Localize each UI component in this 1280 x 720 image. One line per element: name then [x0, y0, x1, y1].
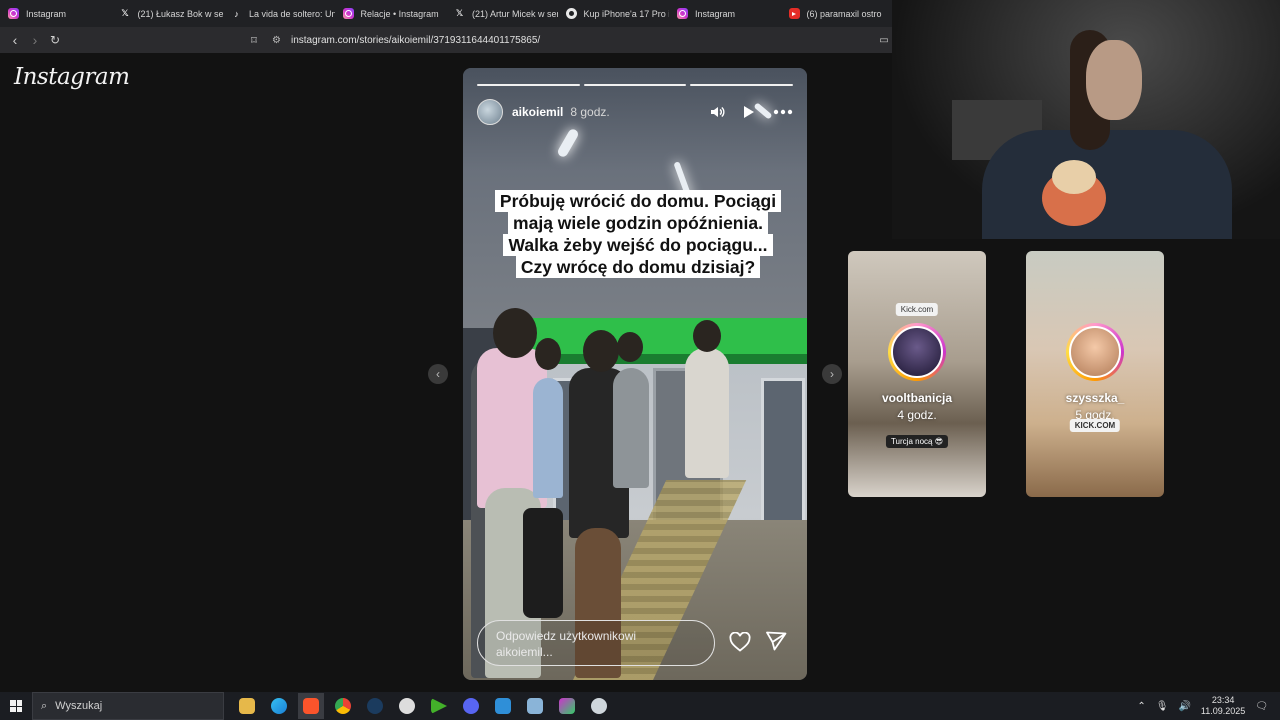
app-icon[interactable]	[522, 693, 548, 719]
bookmark-icon[interactable]: ⌑	[244, 30, 264, 50]
system-tray: ⌃ 🎙 🔊 23:34 11.09.2025 🗨	[1137, 692, 1280, 720]
brave-icon[interactable]	[298, 693, 324, 719]
app-icon[interactable]	[586, 693, 612, 719]
preview-timestamp: 4 godz.	[897, 408, 937, 422]
next-story-arrow-icon[interactable]: ›	[822, 364, 842, 384]
preview-username: vooltbanicja	[881, 391, 952, 405]
more-options-icon[interactable]	[773, 104, 793, 120]
app-icon[interactable]	[554, 693, 580, 719]
cast-icon[interactable]: ▭	[874, 30, 894, 50]
preview-username: szysszka_	[1065, 391, 1125, 405]
play-icon[interactable]	[741, 104, 757, 120]
browser-tab[interactable]: (6) paramaxil ostro	[781, 0, 893, 27]
discord-icon[interactable]	[458, 693, 484, 719]
instagram-icon	[342, 8, 354, 19]
chevron-up-icon[interactable]: ⌃	[1137, 701, 1145, 712]
clock[interactable]: 23:34 11.09.2025	[1201, 695, 1245, 717]
progress-segment	[583, 84, 687, 86]
apple-icon	[565, 8, 577, 19]
browser-tab[interactable]: Instagram	[0, 0, 112, 27]
x-icon: 𝕏	[455, 8, 464, 18]
webcam-overlay	[892, 0, 1280, 239]
taskbar: ⌕ Wyszukaj ⌃ 🎙 🔊 23:34 11.09.2025 🗨	[0, 692, 1280, 720]
story-username[interactable]: aikoiemil	[512, 105, 563, 119]
chrome-icon[interactable]	[330, 693, 356, 719]
kick-tag: KICK.COM	[1069, 419, 1121, 432]
story-photo	[463, 68, 807, 680]
browser-tab[interactable]: Kup iPhone'a 17 Pro i	[558, 0, 669, 27]
preview-sticker: Turcja nocą 😎	[885, 435, 949, 448]
browser-tab[interactable]: Relacje • Instagram	[335, 0, 447, 27]
story-viewer[interactable]: aikoiemil 8 godz. Próbuję wrócić do domu…	[463, 68, 807, 680]
reply-input[interactable]: Odpowiedz użytkownikowi aikoiemil...	[477, 620, 715, 666]
story-caption: Próbuję wrócić do domu. Pociągi mają wie…	[487, 190, 789, 278]
volume-icon[interactable]	[709, 104, 725, 120]
address-bar: ‹ › ↻ ⌑ ⚙ instagram.com/stories/aikoiemi…	[0, 27, 892, 53]
windows-icon	[10, 700, 22, 712]
kick-tag: Kick.com	[895, 303, 939, 316]
back-arrow-icon[interactable]: ‹	[5, 30, 25, 50]
browser-tab[interactable]: ♪ La vida de soltero: Un	[223, 0, 334, 27]
app-icon[interactable]	[490, 693, 516, 719]
x-icon: 𝕏	[121, 8, 129, 18]
reload-icon[interactable]: ↻	[45, 30, 65, 50]
instagram-logo[interactable]: Instagram	[14, 64, 130, 90]
progress-segment	[477, 84, 580, 86]
story-preview-card[interactable]: szysszka_ 5 godz. KICK.COM	[1026, 251, 1164, 497]
edge-icon[interactable]	[266, 693, 292, 719]
progress-segment	[690, 84, 794, 86]
app-icon[interactable]	[426, 693, 452, 719]
story-timestamp: 8 godz.	[570, 105, 610, 119]
taskbar-search[interactable]: ⌕ Wyszukaj	[32, 692, 224, 720]
avatar	[888, 323, 946, 381]
start-button[interactable]	[0, 692, 32, 720]
story-progress-bar	[477, 84, 794, 86]
instagram-icon	[677, 8, 688, 19]
speaker-icon[interactable]: 🔊	[1178, 701, 1190, 712]
search-icon: ⌕	[41, 699, 48, 712]
browser-tab[interactable]: 𝕏(21) Łukasz Bok w serw	[112, 0, 223, 27]
forward-arrow-icon[interactable]: ›	[25, 30, 45, 50]
story-preview-card[interactable]: Kick.com vooltbanicja 4 godz. Turcja noc…	[848, 251, 986, 497]
url-field[interactable]: ⚙ instagram.com/stories/aikoiemil/371931…	[272, 31, 540, 49]
avatar[interactable]	[477, 99, 503, 125]
notifications-icon[interactable]: 🗨	[1255, 701, 1268, 712]
browser-tab-bar: Instagram 𝕏(21) Łukasz Bok w serw ♪La vi…	[0, 0, 892, 27]
browser-tab[interactable]: 𝕏 (21) Artur Micek w serw	[446, 0, 558, 27]
instagram-icon	[8, 8, 19, 19]
steam-icon[interactable]	[362, 693, 388, 719]
send-icon[interactable]	[765, 631, 787, 653]
obs-icon[interactable]	[394, 693, 420, 719]
avatar	[1066, 323, 1124, 381]
site-settings-icon[interactable]: ⚙	[272, 35, 281, 46]
heart-icon[interactable]	[729, 631, 751, 654]
youtube-icon	[788, 8, 800, 19]
previous-story-arrow-icon[interactable]: ‹	[428, 364, 448, 384]
url-text: instagram.com/stories/aikoiemil/37193116…	[290, 34, 541, 46]
file-explorer-icon[interactable]	[234, 693, 260, 719]
microphone-icon[interactable]: 🎙	[1156, 701, 1169, 712]
browser-tab[interactable]: Instagram	[669, 0, 781, 27]
story-header: aikoiemil 8 godz.	[477, 98, 793, 126]
tiktok-icon: ♪	[234, 8, 239, 19]
